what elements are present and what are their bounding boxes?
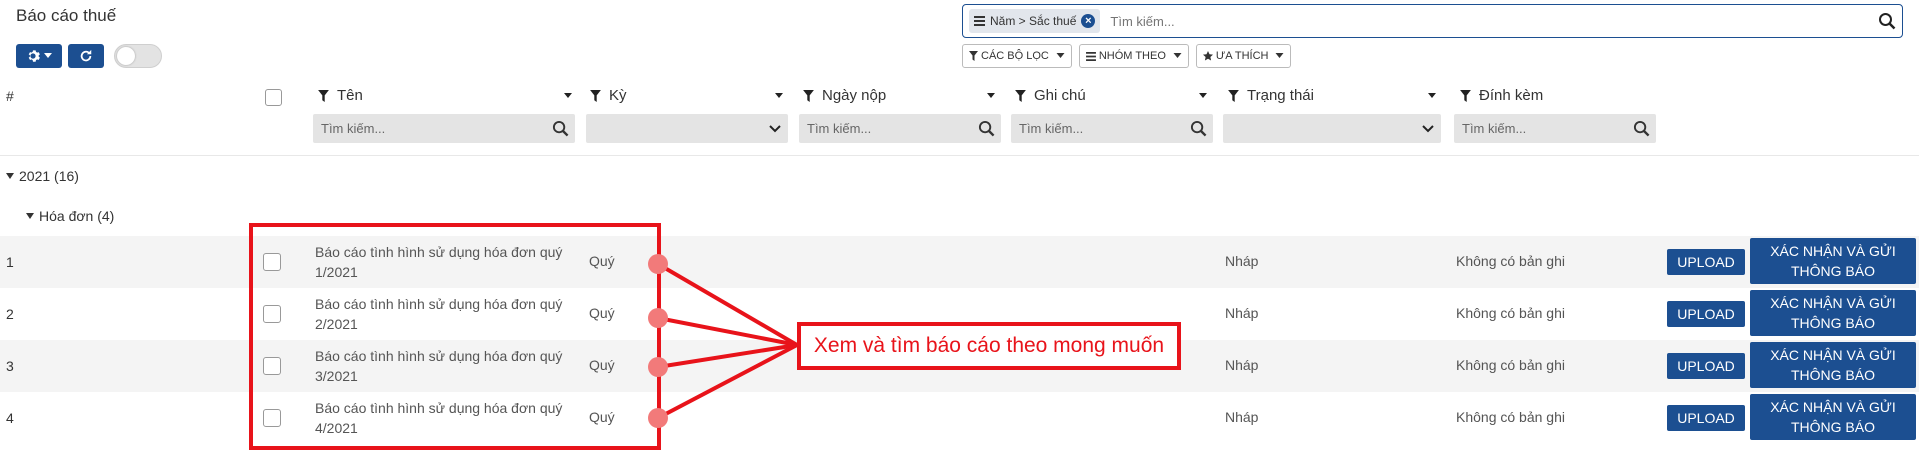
annotation-callout: Xem và tìm báo cáo theo mong muốn	[797, 322, 1181, 370]
annotation-dot	[648, 254, 668, 274]
annotation-highlight-box	[249, 223, 661, 450]
annotation-dot	[648, 308, 668, 328]
annotation-dot	[648, 357, 668, 377]
annotation-overlay	[249, 223, 799, 450]
annotation-dot	[648, 408, 668, 428]
